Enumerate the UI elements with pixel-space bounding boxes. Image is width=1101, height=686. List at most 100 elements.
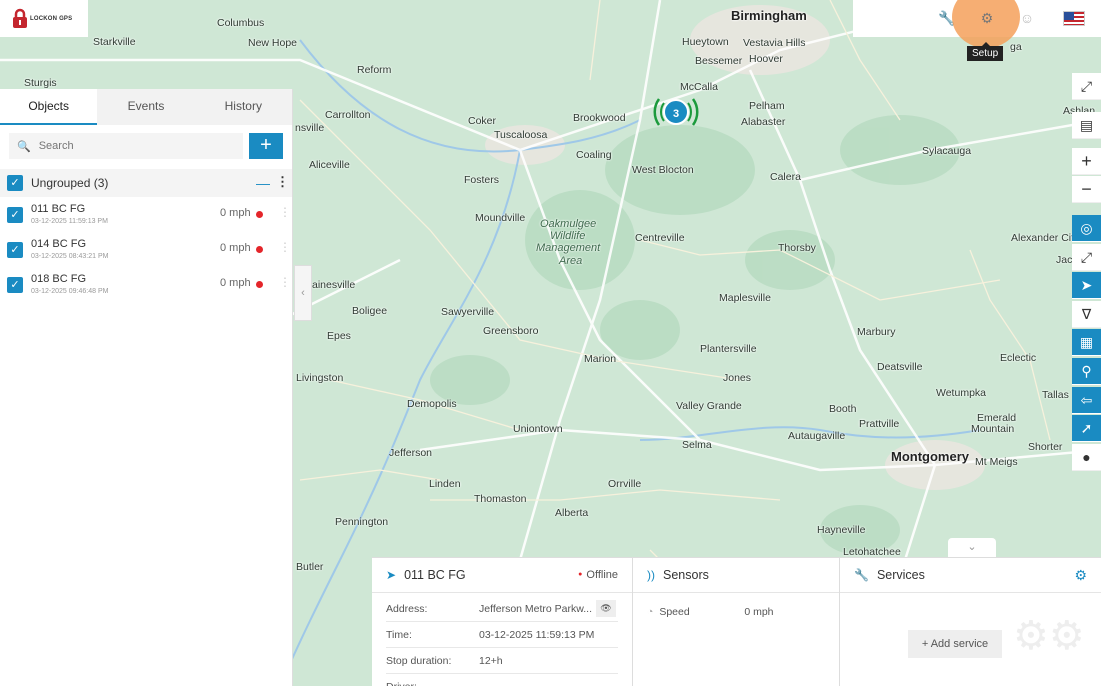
history-arrow-icon[interactable]: ⇦	[1072, 387, 1101, 414]
city-label: Sylacauga	[922, 145, 972, 157]
search-input[interactable]	[38, 140, 219, 152]
services-title: Services	[876, 568, 925, 582]
city-label: Marion	[584, 353, 617, 365]
city-label: Alberta	[555, 507, 589, 519]
zoom-in-button[interactable]: +	[1072, 148, 1101, 175]
add-object-button[interactable]: +	[249, 133, 283, 159]
group-checkbox[interactable]: ✓	[7, 175, 23, 191]
fullscreen-icon[interactable]: ⤢	[1072, 73, 1101, 100]
object-speed: 0 mph	[220, 277, 251, 289]
services-column: 🔧 Services ⚙ ⚙⚙ + Add service	[840, 558, 1101, 686]
city-label: Montgomery	[891, 449, 969, 464]
services-settings-icon[interactable]: ⚙	[1074, 567, 1087, 584]
object-time: 03-12-2025 09:46:48 PM	[31, 288, 109, 295]
sensors-title: Sensors	[663, 568, 709, 582]
object-menu-icon[interactable]: ⋮	[279, 205, 291, 219]
object-row[interactable]: ✓ 014 BC FG 03-12-2025 08:43:21 PM 0 mph…	[0, 232, 292, 267]
object-name: 014 BC FG	[31, 238, 87, 250]
city-label: Greensboro	[483, 325, 539, 337]
detail-object-name: 011 BC FG	[404, 568, 466, 582]
city-label: Sturgis	[24, 77, 57, 89]
city-label: Marbury	[857, 326, 896, 338]
city-label: Hueytown	[682, 36, 729, 48]
city-label: Area	[559, 255, 583, 267]
detail-value: 03-12-2025 11:59:13 PM	[479, 628, 595, 641]
object-row[interactable]: ✓ 018 BC FG 03-12-2025 09:46:48 PM 0 mph…	[0, 267, 292, 302]
detail-row: Address: Jefferson Metro Parkw... 👁	[386, 596, 618, 622]
city-label: Reform	[357, 64, 392, 76]
status-dot	[256, 281, 263, 288]
group-menu-icon[interactable]: ⋮	[276, 174, 289, 190]
route-icon[interactable]: ∇	[1072, 301, 1101, 328]
wrench-icon: 🔧	[854, 568, 869, 582]
city-label: Thomaston	[474, 493, 527, 505]
panel-tabs: Objects Events History	[0, 89, 292, 125]
object-speed: 0 mph	[220, 207, 251, 219]
object-row[interactable]: ✓ 011 BC FG 03-12-2025 11:59:13 PM 0 mph…	[0, 197, 292, 232]
object-time: 03-12-2025 08:43:21 PM	[31, 253, 109, 260]
city-label: Jones	[723, 372, 752, 384]
tab-objects[interactable]: Objects	[0, 89, 98, 125]
vehicle-cluster-marker[interactable]: 3	[649, 85, 703, 139]
sensor-value: 0 mph	[744, 606, 774, 618]
city-label: Calera	[770, 171, 801, 183]
city-label: Orrville	[608, 478, 642, 490]
detail-value: Jefferson Metro Parkw...	[479, 602, 593, 615]
add-service-button[interactable]: + Add service	[908, 630, 1002, 658]
city-label: Pennington	[335, 516, 389, 528]
fit-bounds-icon[interactable]: ⤢	[1072, 244, 1101, 271]
user-icon[interactable]: ☺	[1018, 9, 1036, 27]
send-icon[interactable]: ➚	[1072, 415, 1101, 442]
tab-events[interactable]: Events	[97, 89, 194, 125]
city-label: Boligee	[352, 305, 388, 317]
city-label: Butler	[296, 561, 324, 573]
object-checkbox[interactable]: ✓	[7, 276, 23, 293]
map-layers-icon[interactable]: ▤	[1072, 112, 1101, 139]
collapse-panel-handle[interactable]: ‹	[294, 265, 312, 321]
city-label: Wetumpka	[936, 387, 986, 399]
chevron-down-icon[interactable]: ⌄	[948, 538, 996, 557]
city-label: Bessemer	[695, 55, 743, 67]
city-label: Hoover	[749, 53, 783, 65]
eye-icon[interactable]: 👁	[596, 600, 616, 617]
search-box: 🔍	[9, 133, 243, 159]
object-time: 03-12-2025 11:59:13 PM	[31, 218, 108, 225]
city-label: Epes	[327, 330, 351, 342]
navigation-arrow-icon: ➤	[386, 568, 397, 582]
group-row[interactable]: ✓ Ungrouped (3) — ⋮	[0, 169, 292, 197]
city-label: Deatsville	[877, 361, 923, 373]
services-header: 🔧 Services ⚙	[840, 558, 1101, 593]
city-label: Demopolis	[407, 398, 457, 410]
detail-row: Driver:	[386, 674, 618, 686]
group-label: Ungrouped (3)	[31, 176, 109, 190]
navigate-icon[interactable]: ➤	[1072, 272, 1101, 299]
traffic-light-icon[interactable]: ●	[1072, 444, 1101, 471]
object-menu-icon[interactable]: ⋮	[279, 240, 291, 254]
object-checkbox[interactable]: ✓	[7, 206, 23, 223]
gear-icon[interactable]: ⚙	[978, 9, 996, 27]
object-checkbox[interactable]: ✓	[7, 241, 23, 258]
us-flag-icon[interactable]	[1063, 11, 1085, 26]
object-detail-panel: ➤ 011 BC FG Offline Address: Jefferson M…	[372, 557, 1101, 686]
city-label: Alexander Cit	[1011, 232, 1075, 244]
marker-icon[interactable]: ⚲	[1072, 358, 1101, 385]
geofence-icon[interactable]: ◎	[1072, 215, 1101, 242]
tab-history[interactable]: History	[195, 89, 292, 125]
search-icon: 🔍	[17, 140, 31, 153]
city-label: Selma	[682, 439, 712, 451]
speedometer-icon: ◔	[647, 606, 654, 618]
lock-icon	[12, 8, 28, 30]
city-label: Alabaster	[741, 116, 786, 128]
city-label: Booth	[829, 403, 857, 415]
object-menu-icon[interactable]: ⋮	[279, 275, 291, 289]
gears-decoration-icon: ⚙⚙	[1013, 614, 1085, 658]
sensors-header: )) Sensors	[633, 558, 839, 593]
detail-key: Address:	[386, 602, 428, 615]
city-label: Coaling	[576, 149, 612, 161]
object-icon[interactable]: ▦	[1072, 329, 1101, 356]
zoom-out-button[interactable]: −	[1072, 176, 1101, 203]
sensor-row: ◔ Speed 0 mph	[647, 599, 825, 625]
collapse-group-icon[interactable]: —	[256, 175, 270, 191]
app-logo[interactable]: LOCKON GPS	[0, 0, 88, 37]
cluster-count: 3	[663, 99, 689, 125]
